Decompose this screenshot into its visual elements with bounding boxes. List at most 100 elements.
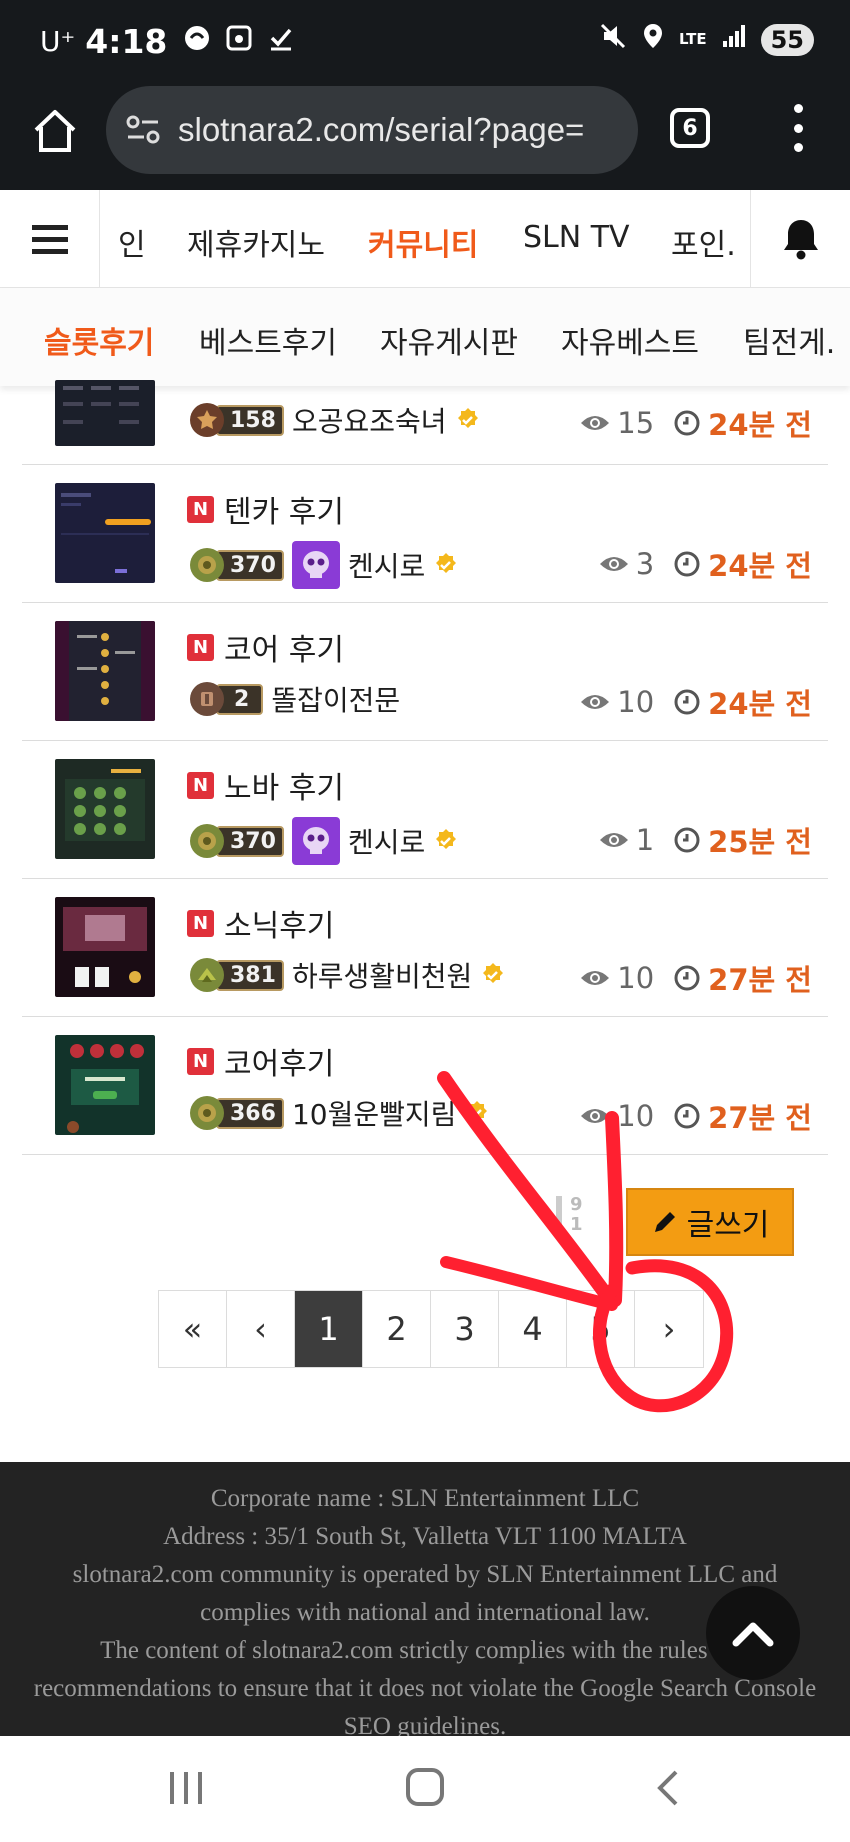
- clock-icon: [674, 551, 700, 577]
- clock-icon: [674, 827, 700, 853]
- page-4-button[interactable]: 4: [499, 1291, 567, 1367]
- level-badge: 158: [190, 403, 284, 437]
- level-emblem-icon: [190, 958, 224, 992]
- prev-page-button[interactable]: ‹: [227, 1291, 295, 1367]
- post-title[interactable]: 코어 후기: [224, 625, 344, 669]
- footer-address: Address : 35/1 South St, Valletta VLT 11…: [163, 1523, 687, 1550]
- page-5-button[interactable]: 5: [567, 1291, 635, 1367]
- chevron-up-icon: [732, 1622, 774, 1647]
- post-thumbnail[interactable]: [55, 621, 155, 721]
- post-thumbnail[interactable]: [55, 380, 155, 446]
- tab-free-board[interactable]: 자유게시판: [380, 318, 518, 362]
- post-counter: 9 1: [570, 1194, 583, 1235]
- clock-icon: [674, 965, 700, 991]
- avatar: [291, 817, 340, 865]
- tab-slot-reviews[interactable]: 슬롯후기: [44, 318, 154, 362]
- list-item[interactable]: N 소닉후기 381 하루생활비천원 10 27분 전: [22, 879, 828, 1017]
- tab-team-battle[interactable]: 팀전게.: [743, 318, 835, 362]
- new-badge-icon: N: [187, 495, 214, 523]
- level-badge: 2: [190, 682, 264, 716]
- new-badge-icon: N: [187, 1047, 214, 1075]
- nav-item-partner-casino[interactable]: 제휴카지노: [187, 220, 325, 264]
- more-menu-button[interactable]: [788, 104, 808, 152]
- home-icon: [34, 110, 76, 152]
- view-count: 3: [598, 547, 654, 581]
- bell-icon: [783, 220, 818, 260]
- system-back-button[interactable]: [650, 1768, 690, 1808]
- tab-best-reviews[interactable]: 베스트후기: [199, 318, 337, 362]
- first-page-button[interactable]: «: [159, 1291, 227, 1367]
- write-post-label: 글쓰기: [686, 1208, 770, 1243]
- list-item[interactable]: N 노바 후기 370 켄시로 1 25분 전: [22, 741, 828, 879]
- author-nickname[interactable]: 하루생활비천원: [292, 955, 472, 995]
- list-item[interactable]: N 코어 후기 2 똘잡이전문 10 24분 전: [22, 603, 828, 741]
- level-badge: 366: [190, 1096, 284, 1130]
- tab-switcher-button[interactable]: 6: [670, 108, 710, 148]
- post-thumbnail[interactable]: [55, 897, 155, 997]
- mute-icon: [599, 22, 627, 57]
- next-page-button[interactable]: ›: [635, 1291, 703, 1367]
- scroll-to-top-button[interactable]: [706, 1586, 800, 1680]
- post-title[interactable]: 노바 후기: [224, 763, 344, 807]
- new-badge-icon: N: [187, 633, 214, 661]
- post-time: 25분 전: [674, 819, 812, 861]
- list-item[interactable]: N 텐카 후기 370 켄시로 3 24분 전: [22, 465, 828, 603]
- board-tabs: 슬롯후기 베스트후기 자유게시판 자유베스트 팀전게.: [0, 288, 850, 386]
- post-time: 24분 전: [674, 402, 812, 444]
- app-notification-icon: [183, 24, 211, 59]
- status-bar: U⁺ 4:18 LTE 55: [0, 0, 850, 82]
- site-settings-icon[interactable]: [124, 110, 164, 150]
- level-badge: 370: [190, 824, 284, 858]
- post-title[interactable]: 소닉후기: [224, 901, 334, 945]
- battery-indicator: 55: [760, 23, 814, 56]
- post-thumbnail[interactable]: [55, 483, 155, 583]
- page-2-button[interactable]: 2: [363, 1291, 431, 1367]
- url-text: slotnara2.com/serial?page=: [178, 111, 585, 148]
- recent-apps-button[interactable]: [170, 1772, 202, 1804]
- verified-badge-icon: [483, 963, 504, 983]
- hamburger-menu-button[interactable]: [0, 190, 100, 288]
- address-bar[interactable]: slotnara2.com/serial?page=: [106, 86, 638, 174]
- post-time: 24분 전: [674, 543, 812, 585]
- page-1-button[interactable]: 1: [295, 1291, 363, 1367]
- post-title[interactable]: 텐카 후기: [224, 487, 344, 531]
- author-nickname[interactable]: 똘잡이전문: [271, 679, 400, 719]
- view-count: 15: [579, 406, 654, 440]
- clock-icon: [674, 689, 700, 715]
- home-button[interactable]: [30, 106, 80, 156]
- level-emblem-icon: [190, 403, 224, 437]
- browser-toolbar: slotnara2.com/serial?page= 6: [0, 82, 850, 190]
- skull-avatar-icon: [302, 551, 329, 578]
- eye-icon: [599, 557, 628, 571]
- author-nickname[interactable]: 켄시로: [348, 545, 425, 585]
- write-post-button[interactable]: 글쓰기: [626, 1188, 794, 1256]
- post-time: 27분 전: [674, 1095, 812, 1137]
- clock-icon: [674, 410, 700, 436]
- counter-divider: [556, 1196, 562, 1236]
- author-nickname[interactable]: 10월운빨지림: [292, 1093, 456, 1133]
- site-nav: 인 제휴카지노 커뮤니티 SLN TV 포인.: [0, 190, 850, 288]
- post-thumbnail[interactable]: [55, 759, 155, 859]
- level-emblem-icon: [190, 682, 224, 716]
- notifications-button[interactable]: [750, 190, 850, 288]
- list-item[interactable]: N 코어후기 366 10월운빨지림 10 27분 전: [22, 1017, 828, 1155]
- clock: 4:18: [85, 22, 168, 61]
- system-home-button[interactable]: [406, 1768, 444, 1806]
- nav-item-community[interactable]: 커뮤니티: [368, 220, 478, 264]
- page-3-button[interactable]: 3: [431, 1291, 499, 1367]
- post-thumbnail[interactable]: [55, 1035, 155, 1135]
- footer-corporate-name: Corporate name : SLN Entertainment LLC: [210, 1485, 640, 1512]
- author-nickname[interactable]: 오공요조숙녀: [292, 400, 447, 440]
- tab-free-best[interactable]: 자유베스트: [561, 318, 699, 362]
- eye-icon: [581, 971, 610, 985]
- list-item[interactable]: 158 오공요조숙녀 15 24분 전: [22, 380, 828, 465]
- level-emblem-icon: [190, 824, 224, 858]
- nav-item-partial-left[interactable]: 인: [118, 220, 146, 264]
- pencil-icon: [654, 1212, 675, 1232]
- nav-item-points[interactable]: 포인.: [671, 220, 736, 264]
- avatar: [291, 541, 340, 589]
- new-badge-icon: N: [187, 771, 214, 799]
- post-title[interactable]: 코어후기: [224, 1039, 334, 1083]
- author-nickname[interactable]: 켄시로: [348, 821, 425, 861]
- nav-item-sln-tv[interactable]: SLN TV: [523, 220, 630, 255]
